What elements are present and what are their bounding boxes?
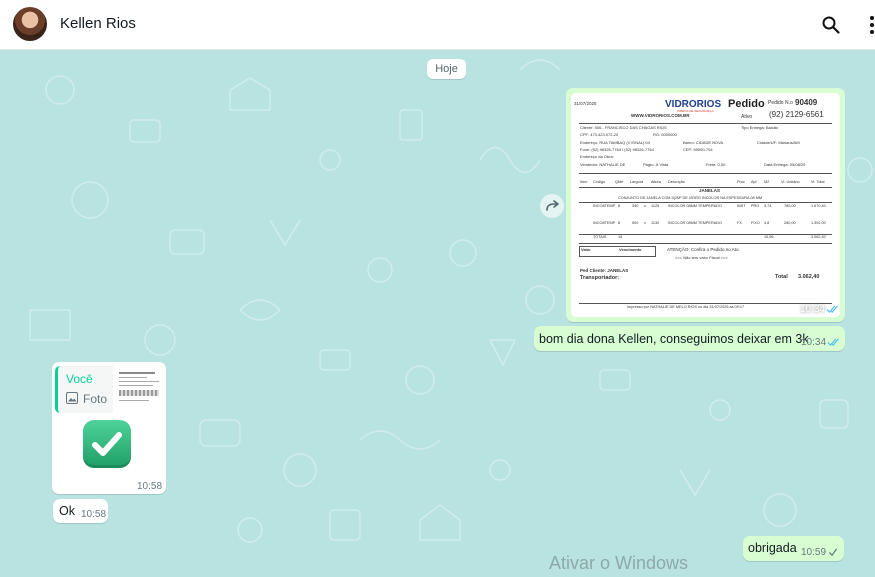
invoice-rg: RG: 0000000 <box>653 132 677 137</box>
message-text: Ok <box>59 504 75 518</box>
invoice-footer: Impresso por NATHALIE DE MELO RIOS no di… <box>627 305 745 309</box>
invoice-totals-value: 3.062,40 <box>811 235 826 239</box>
text-message-outgoing[interactable]: bom dia dona Kellen, conseguimos deixar … <box>534 326 845 351</box>
windows-activation-watermark: Ativar o Windows <box>549 553 689 573</box>
invoice-delivery-date: Data Entrega: 05/08/25 <box>764 162 806 167</box>
invoice-total-value: 3.062,40 <box>798 274 820 280</box>
invoice-image[interactable]: 31/07/2025 VIDRORIOS VIDROS DE SEGURANÇA… <box>571 93 840 317</box>
check-emoji-sticker <box>83 420 131 468</box>
invoice-cep: CEP: 69000-704 <box>683 147 713 152</box>
invoice-delivery-type: Tipo Entrega: Balcão <box>741 125 779 130</box>
invoice-group-desc: CONJUNTO DE JANELA COM 5(2M² DE VIDRO IN… <box>618 196 763 200</box>
invoice-fone: Fone: (92) 98326-7764 / (92) 98326-7764 <box>580 147 654 152</box>
invoice-status: Ativo <box>741 114 753 120</box>
check-mark-icon <box>92 432 122 456</box>
invoice-city: Cidade/UF: Manaus/AM <box>757 140 800 145</box>
message-time: 10:59 <box>801 547 827 558</box>
message-text: obrigada <box>748 541 797 555</box>
invoice-totals-label: TOTAIS <box>593 235 607 239</box>
quoted-message[interactable]: Você Foto <box>55 366 163 413</box>
invoice-cpf: CPF: 473.423.072-20 <box>580 132 619 137</box>
invoice-bairro: Bairro: CIDADE NOVA <box>683 140 724 145</box>
invoice-address: Endereço: RUA TAMBAQ (V EINAL) 04 <box>580 140 650 145</box>
quote-type: Foto <box>83 392 108 406</box>
chat-header: Kellen Rios <box>0 0 875 50</box>
invoice-order-label: Pedido N.o <box>768 100 793 106</box>
invoice-order-number: 90409 <box>795 98 818 107</box>
image-message[interactable]: 31/07/2025 VIDRORIOS VIDROS DE SEGURANÇA… <box>566 88 845 322</box>
invoice-client: Cliente: 506 - FRANCISCO DAS CHAGAS RIOS <box>580 125 667 130</box>
contact-avatar[interactable] <box>13 7 47 41</box>
invoice-totals-qty: 16 <box>618 235 623 239</box>
invoice-seller: Vendedor: NATHALIE DE <box>580 162 626 167</box>
date-separator: Hoje <box>427 59 466 79</box>
invoice-date: 31/07/2025 <box>574 101 597 106</box>
quote-thumbnail <box>113 366 163 413</box>
invoice-no-fiscal: <<< Não tem valor Fiscal >>> <box>675 255 728 260</box>
invoice-transportador: Transportador: <box>580 275 620 281</box>
invoice-title: Pedido <box>728 98 765 110</box>
contact-name[interactable]: Kellen Rios <box>60 15 136 32</box>
message-time: 10:34 <box>799 304 825 315</box>
invoice-total-label: Total <box>775 274 788 280</box>
photo-icon <box>66 392 78 404</box>
invoice-valor-label: Valor <box>581 247 591 252</box>
double-check-icon <box>827 338 839 347</box>
invoice-frete: Frete: 0,00 <box>706 162 726 167</box>
invoice-totals-m2: 10,56 <box>764 235 774 239</box>
invoice-attention: ATENÇÃO: Confira o Pedido no Ato. <box>667 247 740 252</box>
quote-author: Você <box>66 372 93 386</box>
invoice-payment: Pagto: À Vista <box>643 162 669 167</box>
invoice-vencimento-label: Vencimento <box>619 247 642 252</box>
message-time: 10:58 <box>81 509 107 520</box>
kebab-menu-icon[interactable] <box>862 14 875 36</box>
message-time: 10:58 <box>137 481 163 492</box>
message-text: bom dia dona Kellen, conseguimos deixar … <box>539 332 809 346</box>
invoice-website: WWW.VIDRORIOS.COM.BR <box>631 113 690 118</box>
invoice-obra: Endereço da Obra: <box>580 154 614 159</box>
single-check-icon <box>828 548 838 557</box>
double-check-icon <box>826 305 838 314</box>
message-time: 10:34 <box>801 337 827 348</box>
invoice-group-title: JANELAS <box>699 188 721 193</box>
search-icon[interactable] <box>821 15 841 35</box>
invoice-phone: (92) 2129-6561 <box>769 110 824 119</box>
chat-area[interactable]: Hoje 31/07/2025 VIDRORIOS VIDROS DE SEGU… <box>0 50 875 577</box>
forward-icon[interactable] <box>540 194 564 218</box>
text-message-incoming[interactable]: Ok 10:58 <box>53 499 108 523</box>
text-message-outgoing[interactable]: obrigada 10:59 <box>743 536 844 561</box>
invoice-ped-cliente: Ped Cliente: JANELAS <box>580 268 629 273</box>
